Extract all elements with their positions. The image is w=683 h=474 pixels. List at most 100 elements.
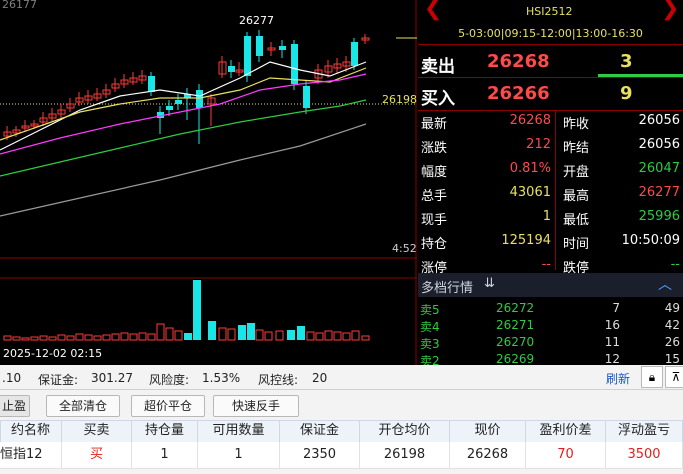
table-cell: 1 (198, 442, 280, 468)
volume-bar (333, 331, 342, 341)
risk-label: 风险度: (149, 373, 190, 387)
depth-extra: 15 (664, 352, 680, 366)
super-close-button[interactable]: 超价平仓 (131, 395, 205, 417)
volume-bar (174, 330, 183, 341)
quote-value: 26277 (638, 185, 680, 200)
buy-price[interactable]: 26266 (487, 83, 550, 104)
kline-svg (0, 0, 417, 365)
tab-stop-profit[interactable]: 止盈 (0, 395, 30, 417)
kline-chart[interactable]: 26177 26277 26198 4:52 2025-12-02 02:15 (0, 0, 417, 365)
volume-bar (66, 335, 75, 341)
depth-title: 多档行情 (421, 281, 474, 296)
candle-body (148, 76, 155, 92)
moving-average-line (0, 123, 367, 217)
margin-value: 301.27 (91, 371, 133, 385)
candle-body (228, 66, 235, 72)
quote-value: 125194 (501, 233, 551, 248)
volume-bar (324, 330, 333, 341)
volume-bar (129, 333, 138, 341)
volume-bar (306, 331, 315, 341)
moving-average-line (0, 61, 367, 151)
refresh-link[interactable]: 刷新 (606, 370, 630, 387)
depth-price: 26272 (496, 301, 535, 315)
volume-bar (297, 326, 305, 340)
column-header[interactable]: 现价 (450, 420, 526, 442)
table-cell: 买 (62, 442, 132, 468)
quote-value: -- (670, 257, 680, 272)
volume-bar (275, 330, 284, 341)
volume-bar (287, 330, 295, 340)
sell-label: 卖出 (421, 57, 455, 77)
depth-label: 卖5 (420, 303, 440, 317)
depth-volume: 12 (604, 352, 620, 366)
column-header[interactable]: 可用数量 (198, 420, 280, 442)
quote-value: 26056 (638, 137, 680, 152)
prev-contract-icon[interactable]: ❮ (424, 0, 442, 21)
quote-label: 现手 (421, 213, 448, 228)
candle-body (244, 36, 251, 76)
volume-bar (208, 321, 216, 340)
quote-panel: ❮ ❯ HSI2512 5-03:00|09:15-12:00|13:00-16… (418, 0, 683, 368)
lock-icon[interactable]: 🔒︎ (641, 366, 663, 388)
depth-label: 卖3 (420, 337, 440, 351)
control-label: 风控线: (258, 373, 299, 387)
table-cell: 恒指12 (0, 442, 62, 468)
volume-bar (21, 337, 30, 341)
table-cell: 26198 (360, 442, 450, 468)
table-cell: 26268 (450, 442, 526, 468)
quote-label: 涨跌 (421, 141, 448, 156)
depth-price: 26271 (496, 318, 535, 332)
volume-bar (39, 335, 48, 341)
expand-icon[interactable]: ⇊ (484, 276, 495, 291)
depth-price: 26270 (496, 335, 535, 349)
volume-bar (361, 335, 370, 341)
quote-label: 昨收 (563, 117, 590, 132)
quote-label: 总手 (421, 189, 448, 204)
quote-value: 43061 (509, 185, 551, 200)
quote-label: 幅度 (421, 165, 448, 180)
time-label: 4:52 (392, 242, 417, 255)
column-header[interactable]: 约名称 (0, 420, 62, 442)
candle-body (166, 106, 173, 110)
volume-bar (351, 330, 360, 341)
table-cell: 2350 (280, 442, 360, 468)
candle-body (351, 42, 358, 66)
volume-bar (264, 331, 273, 341)
column-header[interactable]: 浮动盈亏 (606, 420, 683, 442)
candle-body (256, 36, 263, 56)
volume-bar (3, 335, 12, 341)
volume-bar (247, 323, 255, 340)
quote-value: 26047 (638, 161, 680, 176)
column-header[interactable]: 盈利价差 (526, 420, 606, 442)
depth-extra: 49 (664, 301, 680, 315)
top-price-label: 26177 (2, 0, 37, 11)
trading-sessions: 5-03:00|09:15-12:00|13:00-16:30 (458, 27, 643, 40)
volume-bar (165, 327, 174, 341)
volume-bar (193, 280, 201, 340)
depth-volume: 11 (604, 335, 620, 349)
volume-bar (12, 336, 21, 341)
column-header[interactable]: 持仓量 (132, 420, 198, 442)
volume-bar (138, 332, 147, 341)
crosshair-datetime: 2025-12-02 02:15 (3, 347, 103, 360)
column-header[interactable]: 开仓均价 (360, 420, 450, 442)
quick-reverse-button[interactable]: 快速反手 (213, 395, 299, 417)
buy-volume: 9 (620, 83, 633, 104)
volume-bar (227, 328, 236, 341)
sell-volume: 3 (620, 51, 633, 72)
volume-bar (218, 327, 227, 341)
close-all-button[interactable]: 全部清仓 (46, 395, 120, 417)
volume-bar (75, 333, 84, 341)
pin-icon[interactable]: ⊼ (665, 366, 683, 388)
sell-price[interactable]: 26268 (487, 51, 550, 72)
volume-bar (102, 334, 111, 341)
volume-bar (315, 332, 324, 341)
quote-label: 开盘 (563, 165, 590, 180)
volume-bar (57, 334, 66, 341)
column-header[interactable]: 买卖 (62, 420, 132, 442)
collapse-icon[interactable]: ︿ (658, 274, 672, 294)
depth-price: 26269 (496, 352, 535, 366)
next-contract-icon[interactable]: ❯ (661, 0, 679, 21)
volume-bar (30, 336, 39, 341)
column-header[interactable]: 保证金 (280, 420, 360, 442)
